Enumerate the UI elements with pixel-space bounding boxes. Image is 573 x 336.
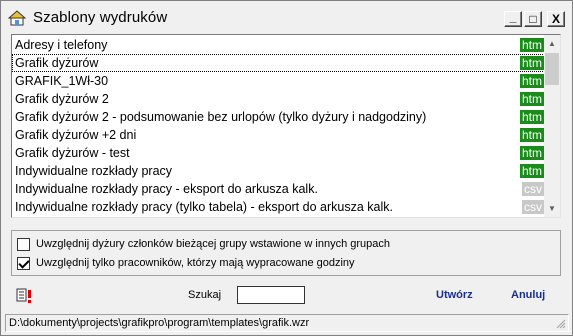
only-worked-employees-checkbox[interactable] xyxy=(17,256,30,270)
close-icon: X xyxy=(551,12,560,26)
include-other-groups-label: Uwzględnij dyżury członków bieżącej grup… xyxy=(36,238,391,250)
vertical-scrollbar[interactable]: ▲ ▼ xyxy=(544,35,560,217)
include-other-groups-checkbox[interactable] xyxy=(17,237,30,251)
template-name: Grafik dyżurów - test xyxy=(15,146,130,160)
search-input[interactable] xyxy=(237,286,305,304)
template-name: Indywidualne rozkłady pracy xyxy=(15,164,173,178)
templates-window: Szablony wydruków _ □ X Adresy i telefon… xyxy=(0,0,573,336)
minimize-button[interactable]: _ xyxy=(504,11,522,27)
resize-grip-icon[interactable] xyxy=(556,319,566,329)
template-row[interactable]: Indywidualne rozkłady pracy - eksport do… xyxy=(12,180,545,198)
only-worked-employees-label: Uwzględnij tylko pracowników, którzy maj… xyxy=(36,257,355,269)
template-format-badge: csv xyxy=(522,200,544,214)
template-name: Indywidualne rozkłady pracy (tylko tabel… xyxy=(15,200,393,214)
template-row[interactable]: Grafik dyżurów htm xyxy=(12,54,545,72)
cancel-button[interactable]: Anuluj xyxy=(511,289,545,301)
template-format-badge: htm xyxy=(519,56,544,70)
maximize-icon: □ xyxy=(529,12,537,26)
template-format-badge: htm xyxy=(519,38,544,52)
window-title: Szablony wydruków xyxy=(33,9,168,26)
template-format-badge: htm xyxy=(519,110,544,124)
template-row[interactable]: Grafik dyżurów - test htm xyxy=(12,144,545,162)
template-format-badge: htm xyxy=(519,92,544,106)
maximize-button[interactable]: □ xyxy=(524,11,542,27)
templates-list-items: Adresy i telefony htm Grafik dyżurów htm GRA… xyxy=(12,35,545,217)
template-row[interactable]: Grafik dyżurów 2 htm xyxy=(12,90,545,108)
scrollbar-thumb[interactable] xyxy=(545,53,559,85)
options-group: Uwzględnij dyżury członków bieżącej grup… xyxy=(11,230,561,276)
app-house-icon xyxy=(8,10,26,26)
create-button[interactable]: Utwórz xyxy=(436,289,473,301)
report-warning-icon[interactable] xyxy=(16,288,34,304)
search-label: Szukaj xyxy=(188,289,222,301)
template-name: Grafik dyżurów xyxy=(15,56,99,70)
template-format-badge: csv xyxy=(522,182,544,196)
template-row[interactable]: Adresy i telefony htm xyxy=(12,36,545,54)
template-format-badge: htm xyxy=(519,164,544,178)
title-bar[interactable]: Szablony wydruków _ □ X xyxy=(2,2,571,32)
template-name: Grafik dyżurów 2 xyxy=(15,92,109,106)
templates-list[interactable]: Adresy i telefony htm Grafik dyżurów htm GRA… xyxy=(11,34,561,218)
template-name: Grafik dyżurów +2 dni xyxy=(15,128,137,142)
template-row[interactable]: Indywidualne rozkłady pracy (tylko tabel… xyxy=(12,198,545,216)
template-name: Grafik dyżurów 2 - podsumowanie bez urlo… xyxy=(15,110,427,124)
template-row[interactable]: GRAFIK_1Wł-30 htm xyxy=(12,72,545,90)
minimize-icon: _ xyxy=(509,10,517,24)
option-include-other-groups[interactable]: Uwzględnij dyżury członków bieżącej grup… xyxy=(17,236,390,252)
scroll-down-icon[interactable]: ▼ xyxy=(544,200,560,217)
template-row[interactable]: Grafik dyżurów 2 - podsumowanie bez urlo… xyxy=(12,108,545,126)
status-bar: D:\dokumenty\projects\grafikpro\program\… xyxy=(5,314,569,332)
template-format-badge: htm xyxy=(519,74,544,88)
template-path: D:\dokumenty\projects\grafikpro\program\… xyxy=(9,317,310,329)
template-name: Indywidualne rozkłady pracy - eksport do… xyxy=(15,182,318,196)
template-row[interactable]: Grafik dyżurów +2 dni htm xyxy=(12,126,545,144)
scroll-up-icon[interactable]: ▲ xyxy=(544,35,560,52)
template-row[interactable]: Indywidualne rozkłady pracy htm xyxy=(12,162,545,180)
template-name: GRAFIK_1Wł-30 xyxy=(15,74,109,88)
close-button[interactable]: X xyxy=(547,11,565,27)
template-format-badge: htm xyxy=(519,128,544,142)
template-format-badge: htm xyxy=(519,146,544,160)
option-only-worked-employees[interactable]: Uwzględnij tylko pracowników, którzy maj… xyxy=(17,255,355,271)
template-name: Adresy i telefony xyxy=(15,38,108,52)
